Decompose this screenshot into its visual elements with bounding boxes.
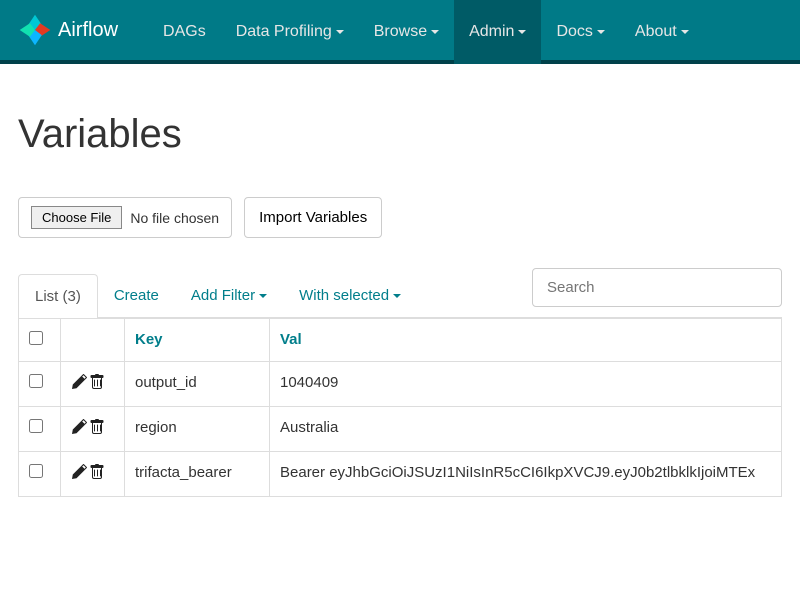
action-add-filter-label: Add Filter <box>191 287 255 304</box>
row-select-cell <box>19 407 61 452</box>
header-select-all <box>19 319 61 362</box>
nav-data-profiling[interactable]: Data Profiling <box>221 0 359 64</box>
action-bar: List (3) Create Add Filter With selected <box>18 268 782 318</box>
row-key-cell: region <box>125 407 270 452</box>
caret-down-icon <box>518 30 526 34</box>
nav-browse-label: Browse <box>374 23 427 41</box>
import-variables-button[interactable]: Import Variables <box>244 197 382 238</box>
tab-list[interactable]: List (3) <box>18 274 98 318</box>
table-header-row: Key Val <box>19 319 782 362</box>
caret-down-icon <box>681 30 689 34</box>
delete-icon[interactable] <box>89 374 105 394</box>
edit-icon[interactable] <box>71 419 87 439</box>
search-input[interactable] <box>532 268 782 307</box>
table-row: output_id1040409 <box>19 362 782 407</box>
row-val-cell: 1040409 <box>270 362 782 407</box>
airflow-logo-icon <box>18 13 52 47</box>
row-key-cell: output_id <box>125 362 270 407</box>
table-row: trifacta_bearerBearer eyJhbGciOiJSUzI1Ni… <box>19 452 782 497</box>
variables-table: Key Val output_id1040409regionAustraliat… <box>18 318 782 497</box>
file-upload-row: Choose File No file chosen Import Variab… <box>18 197 782 238</box>
header-actions <box>61 319 125 362</box>
edit-icon[interactable] <box>71 464 87 484</box>
nav-docs[interactable]: Docs <box>541 0 619 64</box>
row-key-cell: trifacta_bearer <box>125 452 270 497</box>
nav-admin-label: Admin <box>469 23 514 41</box>
action-tabs: List (3) Create Add Filter With selected <box>18 274 417 317</box>
nav-about[interactable]: About <box>620 0 704 64</box>
edit-icon[interactable] <box>71 374 87 394</box>
row-actions-cell <box>61 407 125 452</box>
nav-items: DAGs Data Profiling Browse Admin Docs Ab… <box>148 0 704 60</box>
brand-link[interactable]: Airflow <box>18 13 118 47</box>
header-val[interactable]: Val <box>270 319 782 362</box>
nav-docs-label: Docs <box>556 23 592 41</box>
caret-down-icon <box>259 294 267 298</box>
nav-dags[interactable]: DAGs <box>148 0 221 64</box>
nav-dags-label: DAGs <box>163 23 206 41</box>
nav-admin[interactable]: Admin <box>454 0 541 64</box>
action-with-selected-label: With selected <box>299 287 389 304</box>
nav-data-profiling-label: Data Profiling <box>236 23 332 41</box>
row-select-cell <box>19 452 61 497</box>
header-key[interactable]: Key <box>125 319 270 362</box>
row-select-checkbox[interactable] <box>29 374 43 388</box>
navbar: Airflow DAGs Data Profiling Browse Admin… <box>0 0 800 64</box>
caret-down-icon <box>336 30 344 34</box>
caret-down-icon <box>431 30 439 34</box>
delete-icon[interactable] <box>89 464 105 484</box>
caret-down-icon <box>597 30 605 34</box>
action-with-selected[interactable]: With selected <box>283 274 417 317</box>
page-title: Variables <box>18 112 782 157</box>
row-actions-cell <box>61 452 125 497</box>
row-val-cell: Bearer eyJhbGciOiJSUzI1NiIsInR5cCI6IkpXV… <box>270 452 782 497</box>
file-chosen-status: No file chosen <box>130 210 219 226</box>
brand-text: Airflow <box>58 19 118 42</box>
action-create-label: Create <box>114 287 159 304</box>
action-create[interactable]: Create <box>98 274 175 317</box>
row-select-cell <box>19 362 61 407</box>
choose-file-button[interactable]: Choose File <box>31 206 122 229</box>
action-add-filter[interactable]: Add Filter <box>175 274 283 317</box>
row-val-cell: Australia <box>270 407 782 452</box>
row-select-checkbox[interactable] <box>29 464 43 478</box>
delete-icon[interactable] <box>89 419 105 439</box>
row-select-checkbox[interactable] <box>29 419 43 433</box>
nav-browse[interactable]: Browse <box>359 0 454 64</box>
select-all-checkbox[interactable] <box>29 331 43 345</box>
file-chooser[interactable]: Choose File No file chosen <box>18 197 232 238</box>
table-row: regionAustralia <box>19 407 782 452</box>
row-actions-cell <box>61 362 125 407</box>
nav-about-label: About <box>635 23 677 41</box>
caret-down-icon <box>393 294 401 298</box>
